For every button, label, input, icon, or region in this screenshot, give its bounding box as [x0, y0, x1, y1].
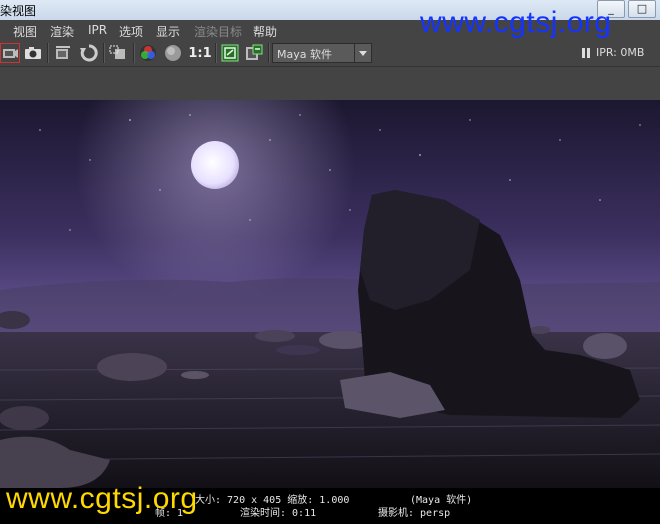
keep-image-icon[interactable]: [219, 42, 241, 64]
menu-display[interactable]: 显示: [156, 23, 180, 40]
chevron-down-icon: [354, 44, 371, 62]
render-image: [0, 100, 660, 488]
window-title: 染视图: [0, 4, 37, 18]
menu-render[interactable]: 渲染: [50, 23, 74, 40]
view-padding: [0, 67, 660, 100]
menu-ipr[interactable]: IPR: [88, 23, 107, 37]
maximize-button[interactable]: □: [628, 0, 656, 18]
renderer-select[interactable]: Maya 软件: [272, 43, 372, 63]
ipr-render-icon[interactable]: [52, 42, 74, 64]
ipr-memory-status: IPR: 0MB: [596, 46, 645, 59]
menu-render-target[interactable]: 渲染目标: [194, 23, 242, 40]
watermark-top: www.cgtsj.org: [420, 6, 612, 39]
menu-help[interactable]: 帮助: [253, 23, 277, 40]
render-frame-icon[interactable]: [0, 43, 20, 63]
watermark-bottom: www.cgtsj.org: [6, 482, 198, 515]
menu-view[interactable]: 视图: [13, 23, 37, 40]
renderer-select-value: Maya 软件: [277, 48, 332, 61]
real-size-button[interactable]: 1:1: [187, 42, 213, 64]
remove-image-icon[interactable]: [243, 42, 265, 64]
menu-options[interactable]: 选项: [119, 23, 143, 40]
pause-icon[interactable]: [579, 42, 593, 64]
render-time-status: 渲染时间: 0:11: [240, 508, 317, 519]
camera-status: 摄影机: persp: [378, 508, 451, 519]
color-channels-icon[interactable]: [137, 42, 159, 64]
snapshot-icon[interactable]: [22, 42, 44, 64]
render-region-icon[interactable]: [107, 42, 129, 64]
alpha-channel-icon[interactable]: [162, 42, 184, 64]
refresh-icon[interactable]: [78, 42, 100, 64]
